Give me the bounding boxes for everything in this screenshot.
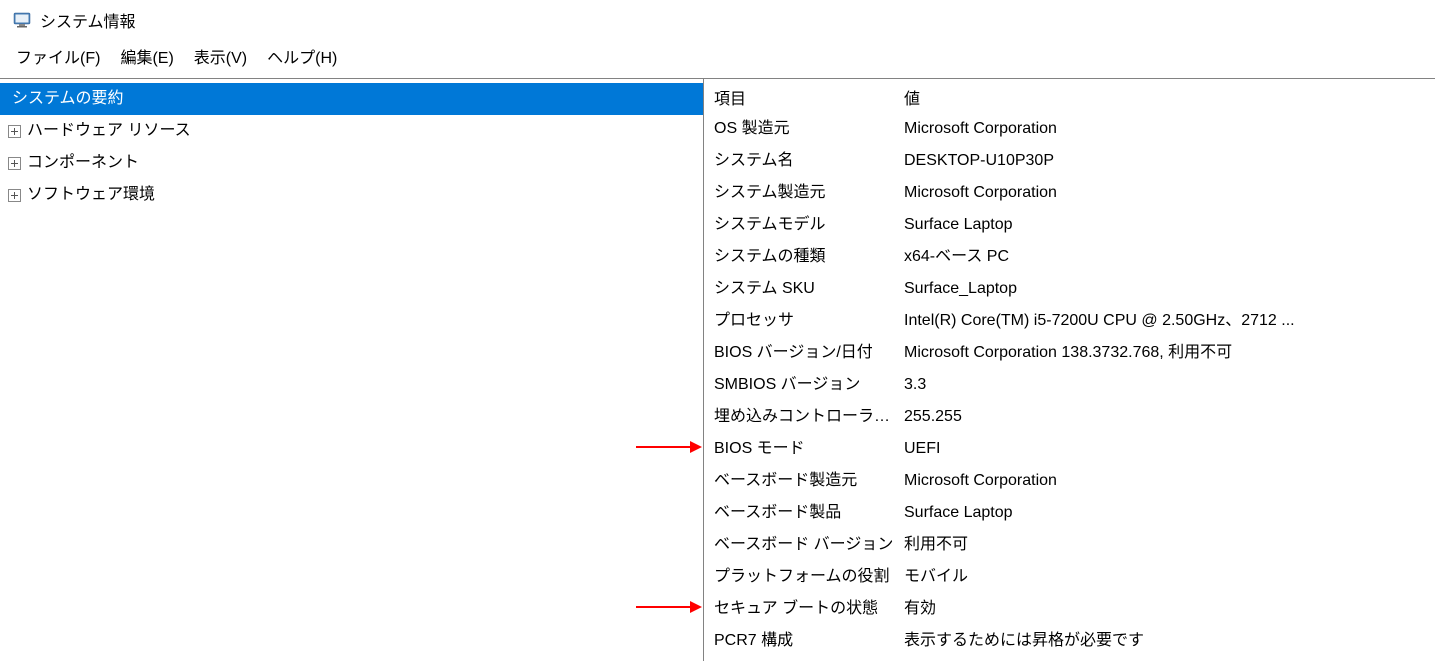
annotation-arrow-bios-mode <box>636 439 702 455</box>
row-name: SMBIOS バージョン <box>704 369 900 401</box>
table-row[interactable]: BIOS バージョン/日付Microsoft Corporation 138.3… <box>704 337 1435 369</box>
row-name: システム SKU <box>704 273 900 305</box>
tree-item-software[interactable]: ソフトウェア環境 <box>0 179 703 211</box>
table-row[interactable]: システム名DESKTOP-U10P30P <box>704 145 1435 177</box>
row-value: Surface Laptop <box>900 209 1435 241</box>
tree-panel: システムの要約 ハードウェア リソース コンポーネント ソフトウェア環境 <box>0 79 704 661</box>
table-row[interactable]: SMBIOS バージョン3.3 <box>704 369 1435 401</box>
row-name: システムの種類 <box>704 241 900 273</box>
menu-help[interactable]: ヘルプ(H) <box>259 42 345 70</box>
row-value: DESKTOP-U10P30P <box>900 145 1435 177</box>
table-row[interactable]: 埋め込みコントローラー...255.255 <box>704 401 1435 433</box>
row-name: ベースボード製品 <box>704 497 900 529</box>
tree-item-components[interactable]: コンポーネント <box>0 147 703 179</box>
row-name: プラットフォームの役割 <box>704 561 900 593</box>
row-name: セキュア ブートの状態 <box>704 593 900 625</box>
table-header: 項目 値 <box>704 83 1435 113</box>
table-row[interactable]: プロセッサIntel(R) Core(TM) i5-7200U CPU @ 2.… <box>704 305 1435 337</box>
row-value: UEFI <box>900 433 1435 465</box>
row-name: システムモデル <box>704 209 900 241</box>
menu-view[interactable]: 表示(V) <box>186 42 255 70</box>
header-name[interactable]: 項目 <box>704 85 900 109</box>
row-name: OS 製造元 <box>704 113 900 145</box>
annotation-arrow-secure-boot <box>636 599 702 615</box>
row-value: 255.255 <box>900 401 1435 433</box>
table-row[interactable]: ベースボード バージョン利用不可 <box>704 529 1435 561</box>
row-value: x64-ベース PC <box>900 241 1435 273</box>
row-value: モバイル <box>900 561 1435 593</box>
row-value: Microsoft Corporation <box>900 465 1435 497</box>
row-value: Microsoft Corporation 138.3732.768, 利用不可 <box>900 337 1435 369</box>
row-name: BIOS モード <box>704 433 900 465</box>
row-name: 埋め込みコントローラー... <box>704 401 900 433</box>
row-name: BIOS バージョン/日付 <box>704 337 900 369</box>
table-row[interactable]: システムの種類x64-ベース PC <box>704 241 1435 273</box>
header-value[interactable]: 値 <box>900 85 1435 109</box>
row-value: 利用不可 <box>900 529 1435 561</box>
row-value: Microsoft Corporation <box>900 177 1435 209</box>
row-name: システム製造元 <box>704 177 900 209</box>
table-row[interactable]: OS 製造元Microsoft Corporation <box>704 113 1435 145</box>
row-value: Microsoft Corporation <box>900 113 1435 145</box>
expand-icon[interactable] <box>8 125 21 138</box>
title-bar: システム情報 <box>0 0 1435 38</box>
row-name: システム名 <box>704 145 900 177</box>
row-value: Surface_Laptop <box>900 273 1435 305</box>
tree-item-system-summary[interactable]: システムの要約 <box>0 83 703 115</box>
expand-icon[interactable] <box>8 189 21 202</box>
row-value: 3.3 <box>900 369 1435 401</box>
menu-file[interactable]: ファイル(F) <box>8 42 108 70</box>
menu-bar: ファイル(F) 編集(E) 表示(V) ヘルプ(H) <box>0 38 1435 78</box>
table-row[interactable]: ベースボード製造元Microsoft Corporation <box>704 465 1435 497</box>
row-name: ベースボード製造元 <box>704 465 900 497</box>
row-name: ベースボード バージョン <box>704 529 900 561</box>
table-body: OS 製造元Microsoft Corporationシステム名DESKTOP-… <box>704 113 1435 657</box>
table-row[interactable]: システム SKUSurface_Laptop <box>704 273 1435 305</box>
table-row[interactable]: PCR7 構成表示するためには昇格が必要です <box>704 625 1435 657</box>
row-value: 有効 <box>900 593 1435 625</box>
details-panel: 項目 値 OS 製造元Microsoft Corporationシステム名DES… <box>704 79 1435 661</box>
row-value: Surface Laptop <box>900 497 1435 529</box>
table-row[interactable]: システム製造元Microsoft Corporation <box>704 177 1435 209</box>
content-area: システムの要約 ハードウェア リソース コンポーネント ソフトウェア環境 <box>0 78 1435 661</box>
app-icon <box>12 10 32 30</box>
expand-icon[interactable] <box>8 157 21 170</box>
table-row[interactable]: ベースボード製品Surface Laptop <box>704 497 1435 529</box>
row-value: 表示するためには昇格が必要です <box>900 625 1435 657</box>
table-row[interactable]: セキュア ブートの状態有効 <box>704 593 1435 625</box>
table-row[interactable]: システムモデルSurface Laptop <box>704 209 1435 241</box>
table-row[interactable]: BIOS モードUEFI <box>704 433 1435 465</box>
window-title: システム情報 <box>40 8 136 32</box>
tree-item-hardware[interactable]: ハードウェア リソース <box>0 115 703 147</box>
row-name: プロセッサ <box>704 305 900 337</box>
row-name: PCR7 構成 <box>704 625 900 657</box>
row-value: Intel(R) Core(TM) i5-7200U CPU @ 2.50GHz… <box>900 305 1435 337</box>
table-row[interactable]: プラットフォームの役割モバイル <box>704 561 1435 593</box>
menu-edit[interactable]: 編集(E) <box>112 42 181 70</box>
